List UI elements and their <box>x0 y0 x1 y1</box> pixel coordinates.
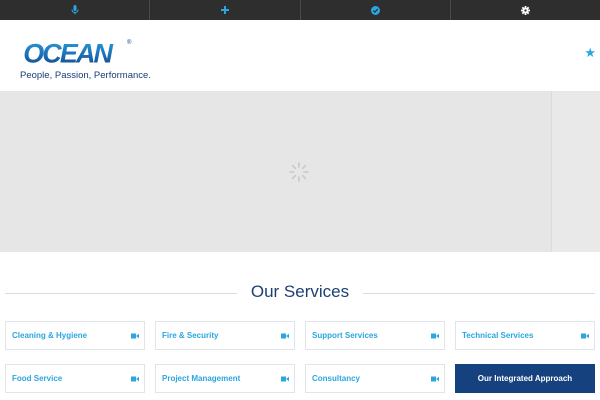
top-utility-bar <box>0 0 600 20</box>
video-icon <box>131 376 139 382</box>
topbar-plus-button[interactable] <box>150 0 301 20</box>
service-tile-label: Fire & Security <box>162 331 219 340</box>
topbar-check-button[interactable] <box>301 0 451 20</box>
microphone-icon <box>71 5 79 15</box>
hero-side-panel <box>551 91 600 252</box>
ocean-logo[interactable]: OCEAN ® People, Passion, Performance. <box>19 40 159 84</box>
topbar-settings-button[interactable] <box>451 0 600 20</box>
divider-right <box>363 293 595 294</box>
service-tile-label: Project Management <box>162 374 241 383</box>
service-tile-label: Support Services <box>312 331 378 340</box>
video-icon <box>281 333 289 339</box>
service-tile-project-management[interactable]: Project Management <box>155 364 295 393</box>
loading-spinner-icon <box>289 162 309 182</box>
video-icon <box>281 376 289 382</box>
svg-text:OCEAN: OCEAN <box>23 40 113 66</box>
video-icon <box>431 376 439 382</box>
service-tile-cleaning-hygiene[interactable]: Cleaning & Hygiene <box>5 321 145 350</box>
services-heading-row: Our Services <box>5 279 595 307</box>
integrated-approach-button[interactable]: Our Integrated Approach <box>455 364 595 393</box>
service-tile-consultancy[interactable]: Consultancy <box>305 364 445 393</box>
check-circle-icon <box>370 5 380 15</box>
service-tile-food-service[interactable]: Food Service <box>5 364 145 393</box>
tagline: People, Passion, Performance. <box>20 70 151 81</box>
service-tile-label: Consultancy <box>312 374 361 383</box>
topbar-microphone-button[interactable] <box>0 0 151 20</box>
services-title: Our Services <box>250 282 350 301</box>
service-tile-fire-security[interactable]: Fire & Security <box>155 321 295 350</box>
gear-icon <box>520 5 530 15</box>
service-tile-label: Cleaning & Hygiene <box>12 331 88 340</box>
plus-icon <box>220 6 229 14</box>
video-icon <box>131 333 139 339</box>
logo-wordmark: OCEAN <box>23 40 115 66</box>
site-header: OCEAN ® People, Passion, Performance. ★ <box>0 20 600 91</box>
registered-mark: ® <box>127 40 132 46</box>
service-tile-technical-services[interactable]: Technical Services <box>455 321 595 350</box>
service-tile-label: Food Service <box>12 374 63 383</box>
video-icon <box>431 333 439 339</box>
integrated-approach-label: Our Integrated Approach <box>477 374 573 383</box>
service-tile-label: Technical Services <box>462 331 534 340</box>
hero-banner <box>0 91 600 252</box>
service-tile-support-services[interactable]: Support Services <box>305 321 445 350</box>
video-icon <box>581 333 589 339</box>
star-icon[interactable]: ★ <box>584 47 596 60</box>
